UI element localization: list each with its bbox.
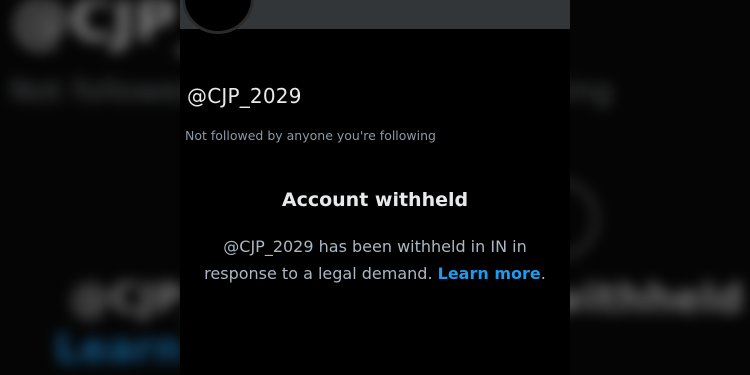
withheld-message: @CJP_2029 has been withheld in IN in res…	[202, 233, 548, 287]
learn-more-link[interactable]: Learn more	[438, 264, 541, 283]
follow-note: Not followed by anyone you're following	[185, 128, 436, 143]
screenshot-stage: @CJP_2029 Not followed by anyone you're …	[0, 0, 750, 375]
learn-more-suffix: .	[540, 264, 546, 283]
profile-handle: @CJP_2029	[187, 84, 302, 108]
profile-screen: @CJP_2029 Not followed by anyone you're …	[180, 0, 570, 375]
withheld-title: Account withheld	[281, 189, 469, 211]
